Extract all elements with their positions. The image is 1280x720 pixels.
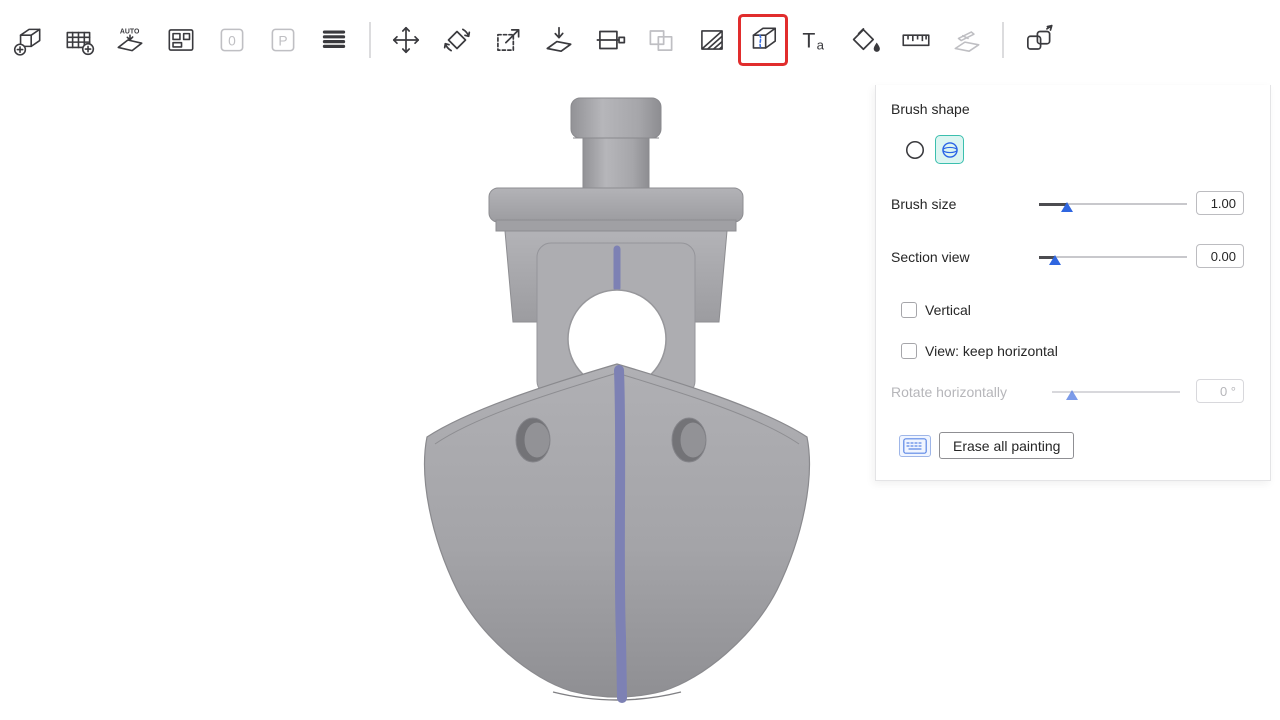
keep-horizontal-checkbox[interactable] bbox=[901, 343, 917, 359]
place-on-face-button[interactable] bbox=[537, 17, 581, 63]
assembly-view-icon bbox=[1022, 23, 1056, 57]
flatten-button bbox=[945, 17, 989, 63]
brush-size-slider-thumb[interactable] bbox=[1061, 202, 1073, 212]
text-icon bbox=[797, 23, 831, 57]
add-plate-button[interactable] bbox=[57, 17, 101, 63]
measure-icon bbox=[899, 23, 933, 57]
text-button[interactable] bbox=[792, 17, 836, 63]
flatten-icon bbox=[950, 23, 984, 57]
rotate-slider-thumb bbox=[1066, 390, 1078, 400]
seam-paint-button[interactable] bbox=[741, 17, 785, 63]
plate-number-button bbox=[210, 17, 254, 63]
move-icon bbox=[389, 23, 423, 57]
circle-brush-icon bbox=[904, 139, 926, 161]
brush-size-input[interactable] bbox=[1196, 191, 1244, 215]
toolbar-separator bbox=[1002, 22, 1004, 58]
rotate-button[interactable] bbox=[435, 17, 479, 63]
seam-paint-icon bbox=[746, 23, 780, 57]
brush-shape-label: Brush shape bbox=[891, 101, 970, 118]
keyboard-icon bbox=[903, 438, 927, 454]
vertical-checkbox[interactable] bbox=[901, 302, 917, 318]
funnel[interactable] bbox=[571, 98, 661, 196]
rotate-icon bbox=[440, 23, 474, 57]
measure-button[interactable] bbox=[894, 17, 938, 63]
seam-stripe-hull bbox=[619, 370, 622, 698]
keyboard-shortcut-button[interactable] bbox=[899, 435, 931, 457]
brush-shape-sphere-button[interactable] bbox=[935, 135, 964, 164]
layers-icon bbox=[317, 23, 351, 57]
keep-horizontal-label: View: keep horizontal bbox=[925, 343, 1058, 360]
brush-shape-circle-button[interactable] bbox=[902, 137, 928, 163]
rotate-horizontally-label: Rotate horizontally bbox=[891, 384, 1007, 401]
plate-letter-icon bbox=[266, 23, 300, 57]
slider-track bbox=[1039, 256, 1187, 258]
scale-button[interactable] bbox=[486, 17, 530, 63]
porthole-left bbox=[516, 418, 550, 462]
rotate-horizontally-slider bbox=[1052, 386, 1180, 402]
hull[interactable] bbox=[425, 364, 810, 700]
color-paint-icon bbox=[848, 23, 882, 57]
auto-orient-button[interactable] bbox=[108, 17, 152, 63]
move-button[interactable] bbox=[384, 17, 428, 63]
mesh-boolean-button bbox=[639, 17, 683, 63]
rotate-horizontally-input bbox=[1196, 379, 1244, 403]
auto-orient-icon bbox=[113, 23, 147, 57]
section-view-input[interactable] bbox=[1196, 244, 1244, 268]
add-object-button[interactable] bbox=[6, 17, 50, 63]
sphere-brush-icon bbox=[940, 140, 960, 160]
porthole-right bbox=[672, 418, 706, 462]
arrange-icon bbox=[164, 23, 198, 57]
assembly-view-button[interactable] bbox=[1017, 17, 1061, 63]
place-on-face-icon bbox=[542, 23, 576, 57]
support-paint-icon bbox=[695, 23, 729, 57]
arrange-button[interactable] bbox=[159, 17, 203, 63]
vertical-label: Vertical bbox=[925, 302, 971, 319]
toolbar-separator bbox=[369, 22, 371, 58]
seam-paint-panel: Brush shape Brush size Section view Vert… bbox=[875, 85, 1271, 481]
add-plate-icon bbox=[62, 23, 96, 57]
brush-size-label: Brush size bbox=[891, 196, 956, 213]
benchy-model[interactable] bbox=[413, 92, 817, 710]
section-view-label: Section view bbox=[891, 249, 970, 266]
mesh-boolean-icon bbox=[644, 23, 678, 57]
section-view-slider-thumb[interactable] bbox=[1049, 255, 1061, 265]
erase-all-painting-button[interactable]: Erase all painting bbox=[939, 432, 1074, 459]
brush-size-slider[interactable] bbox=[1039, 198, 1187, 214]
scale-icon bbox=[491, 23, 525, 57]
layers-button[interactable] bbox=[312, 17, 356, 63]
cut-icon bbox=[593, 23, 627, 57]
add-object-icon bbox=[11, 23, 45, 57]
plate-number-icon bbox=[215, 23, 249, 57]
color-paint-button[interactable] bbox=[843, 17, 887, 63]
cut-button[interactable] bbox=[588, 17, 632, 63]
section-view-slider[interactable] bbox=[1039, 251, 1187, 267]
support-paint-button[interactable] bbox=[690, 17, 734, 63]
plate-letter-button bbox=[261, 17, 305, 63]
main-toolbar bbox=[6, 12, 1061, 68]
